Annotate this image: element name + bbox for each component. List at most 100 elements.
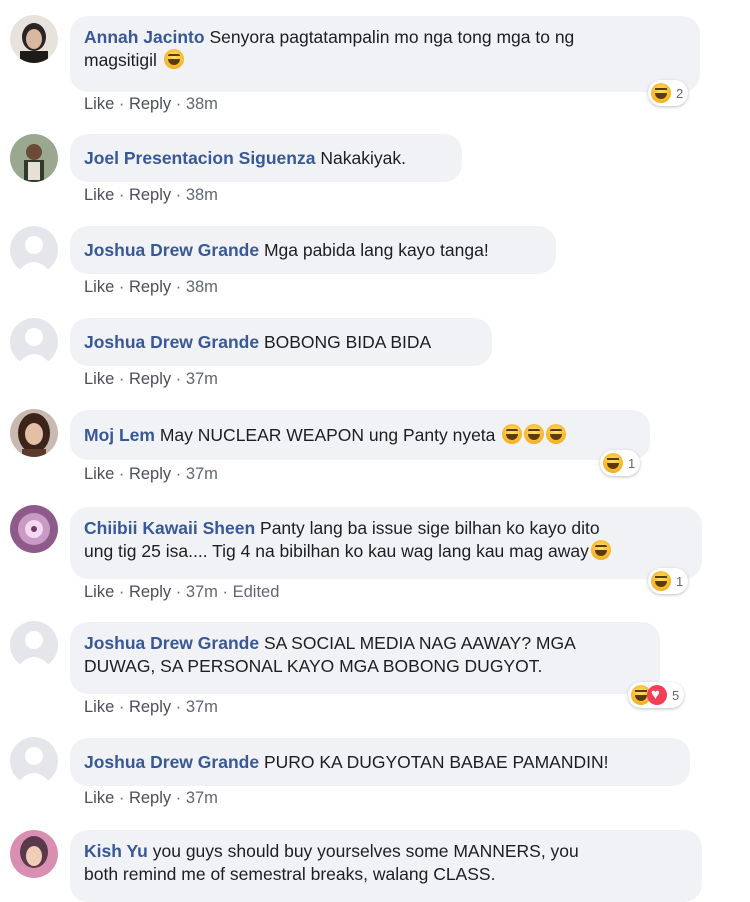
comment-bubble: Joshua Drew Grande BOBONG BIDA BIDA: [70, 318, 492, 366]
reply-link[interactable]: Reply: [129, 465, 171, 483]
haha-reaction-icon: [603, 453, 623, 473]
comment-author[interactable]: Joel Presentacion Siguenza: [84, 148, 315, 168]
comment-actions: Like · Reply · 38m: [84, 95, 218, 114]
separator: ·: [114, 370, 129, 388]
like-link[interactable]: Like: [84, 465, 114, 483]
timestamp[interactable]: 37m: [186, 583, 218, 601]
separator: ·: [114, 278, 129, 296]
reaction-count: 1: [676, 573, 684, 589]
comment-bubble: Joel Presentacion Siguenza Nakakiyak.: [70, 134, 462, 182]
timestamp[interactable]: 37m: [186, 698, 218, 716]
avatar[interactable]: [10, 505, 58, 553]
separator: ·: [217, 583, 233, 601]
comment-actions: Like · Reply · 37m: [84, 370, 218, 389]
reactions-summary[interactable]: 2: [648, 80, 689, 106]
like-link[interactable]: Like: [84, 789, 114, 807]
timestamp[interactable]: 38m: [186, 278, 218, 296]
like-link[interactable]: Like: [84, 95, 114, 113]
timestamp[interactable]: 37m: [186, 370, 218, 388]
comment-author[interactable]: Joshua Drew Grande: [84, 633, 259, 653]
comment-text: SA SOCIAL MEDIA NAG AAWAY? MGA: [263, 633, 576, 653]
avatar[interactable]: [10, 621, 58, 669]
comment-author[interactable]: Joshua Drew Grande: [84, 752, 259, 772]
comment-text: Panty lang ba issue sige bilhan ko kayo …: [260, 518, 600, 538]
comment-text-line-2: both remind me of semestral breaks, wala…: [84, 864, 496, 884]
comment-actions: Like · Reply · 38m: [84, 186, 218, 205]
comment-bubble: Annah Jacinto Senyora pagtatampalin mo n…: [70, 16, 700, 92]
laugh-emoji-icon: [502, 424, 523, 444]
avatar[interactable]: [10, 737, 58, 785]
timestamp[interactable]: 37m: [186, 789, 218, 807]
comment-text-line-2: ung tig 25 isa.... Tig 4 na bibilhan ko …: [84, 541, 589, 561]
avatar[interactable]: [10, 409, 58, 457]
edited-label[interactable]: Edited: [233, 583, 280, 601]
comment-author[interactable]: Moj Lem: [84, 425, 155, 445]
comment-bubble: Joshua Drew Grande PURO KA DUGYOTAN BABA…: [70, 738, 690, 786]
avatar[interactable]: [10, 134, 58, 182]
haha-reaction-icon: [651, 83, 671, 103]
comment-author[interactable]: Joshua Drew Grande: [84, 332, 259, 352]
comment-text: Senyora pagtatampalin mo nga tong mga to…: [209, 27, 575, 47]
avatar[interactable]: [10, 226, 58, 274]
separator: ·: [114, 186, 129, 204]
timestamp[interactable]: 38m: [186, 95, 218, 113]
laugh-emoji-icon: [524, 424, 545, 444]
separator: ·: [114, 698, 129, 716]
separator: ·: [171, 278, 186, 296]
comment-bubble: Joshua Drew Grande SA SOCIAL MEDIA NAG A…: [70, 622, 660, 694]
reaction-count: 5: [672, 687, 680, 703]
comment-text: BOBONG BIDA BIDA: [263, 332, 432, 352]
reaction-count: 1: [628, 455, 636, 471]
reply-link[interactable]: Reply: [129, 186, 171, 204]
comment-author[interactable]: Annah Jacinto: [84, 27, 205, 47]
separator: ·: [171, 465, 186, 483]
comment-actions: Like · Reply · 37m: [84, 698, 218, 717]
haha-reaction-icon: [651, 571, 671, 591]
separator: ·: [171, 186, 186, 204]
reply-link[interactable]: Reply: [129, 370, 171, 388]
comment-text-line-2: DUWAG, SA PERSONAL KAYO MGA BOBONG DUGYO…: [84, 656, 543, 676]
comment-actions: Like · Reply · 37m: [84, 789, 218, 808]
separator: ·: [114, 789, 129, 807]
comment-bubble: Moj Lem May NUCLEAR WEAPON ung Panty nye…: [70, 410, 650, 460]
comment-text: you guys should buy yourselves some MANN…: [152, 841, 579, 861]
reactions-summary[interactable]: 5: [628, 682, 685, 708]
comment-text-line-2: magsitigil: [84, 50, 157, 70]
avatar[interactable]: [10, 830, 58, 878]
separator: ·: [171, 698, 186, 716]
like-link[interactable]: Like: [84, 583, 114, 601]
comment-bubble: Joshua Drew Grande Mga pabida lang kayo …: [70, 226, 556, 274]
like-link[interactable]: Like: [84, 698, 114, 716]
comment-bubble: Chiibii Kawaii Sheen Panty lang ba issue…: [70, 507, 702, 579]
comment-actions: Like · Reply · 37m: [84, 465, 218, 484]
laugh-emoji-icon: [163, 49, 184, 69]
laugh-emoji-icon: [590, 540, 611, 560]
timestamp[interactable]: 37m: [186, 465, 218, 483]
comment-author[interactable]: Joshua Drew Grande: [84, 240, 259, 260]
comment-text: PURO KA DUGYOTAN BABAE PAMANDIN!: [263, 752, 609, 772]
like-link[interactable]: Like: [84, 370, 114, 388]
comment-author[interactable]: Chiibii Kawaii Sheen: [84, 518, 255, 538]
avatar[interactable]: [10, 318, 58, 366]
timestamp[interactable]: 38m: [186, 186, 218, 204]
separator: ·: [171, 789, 186, 807]
avatar[interactable]: [10, 15, 58, 63]
reply-link[interactable]: Reply: [129, 95, 171, 113]
laugh-emoji-icon: [546, 424, 567, 444]
like-link[interactable]: Like: [84, 186, 114, 204]
separator: ·: [171, 583, 186, 601]
separator: ·: [114, 583, 129, 601]
reply-link[interactable]: Reply: [129, 789, 171, 807]
comment-text: Mga pabida lang kayo tanga!: [263, 240, 489, 260]
like-link[interactable]: Like: [84, 278, 114, 296]
comment-author[interactable]: Kish Yu: [84, 841, 148, 861]
reactions-summary[interactable]: 1: [648, 568, 689, 594]
comment-actions: Like · Reply · 37m · Edited: [84, 583, 279, 602]
reply-link[interactable]: Reply: [129, 698, 171, 716]
comment-text: Nakakiyak.: [320, 148, 406, 168]
reply-link[interactable]: Reply: [129, 583, 171, 601]
love-reaction-icon: [647, 685, 667, 705]
reactions-summary[interactable]: 1: [600, 450, 641, 476]
reaction-count: 2: [676, 85, 684, 101]
reply-link[interactable]: Reply: [129, 278, 171, 296]
